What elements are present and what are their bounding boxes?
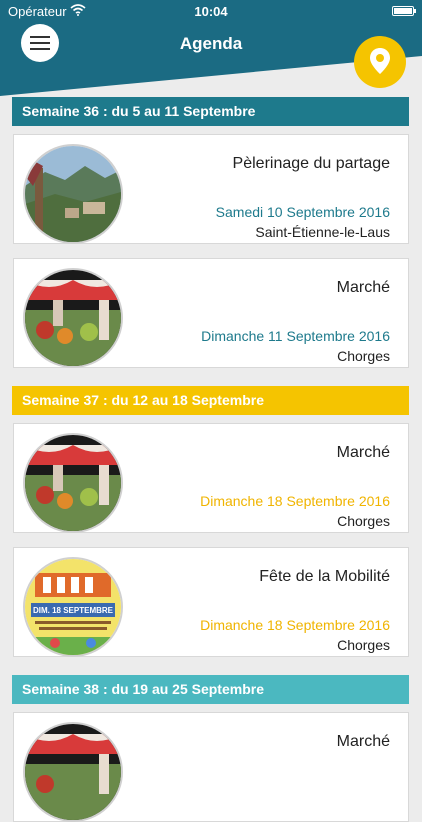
event-date: Dimanche 11 Septembre 2016 — [201, 328, 390, 344]
event-card[interactable]: DIM. 18 SEPTEMBRE Fête de la Mobilité Di… — [13, 547, 409, 657]
event-title: Fête de la Mobilité — [259, 568, 390, 585]
status-bar: Opérateur 10:04 — [0, 0, 422, 22]
event-place: Saint-Étienne-le-Laus — [255, 224, 390, 240]
hamburger-icon-line — [30, 42, 50, 44]
hamburger-icon-line — [30, 48, 50, 50]
event-card[interactable]: Marché Dimanche 11 Septembre 2016 Chorge… — [13, 258, 409, 368]
event-card[interactable]: Pèlerinage du partage Samedi 10 Septembr… — [13, 134, 409, 244]
status-time: 10:04 — [194, 4, 228, 19]
week-header: Semaine 38 : du 19 au 25 Septembre — [12, 675, 409, 704]
event-card[interactable]: Marché — [13, 712, 409, 822]
menu-button[interactable] — [21, 24, 59, 62]
event-card[interactable]: Marché Dimanche 18 Septembre 2016 Chorge… — [13, 423, 409, 533]
week-header: Semaine 36 : du 5 au 11 Septembre — [12, 97, 409, 126]
event-image — [23, 722, 123, 822]
location-button[interactable] — [354, 36, 406, 88]
event-place: Chorges — [337, 348, 390, 364]
event-image — [23, 268, 123, 368]
event-place: Chorges — [337, 513, 390, 529]
event-date: Dimanche 18 Septembre 2016 — [200, 617, 390, 633]
poster-date-text: DIM. 18 SEPTEMBRE — [33, 606, 114, 615]
event-date: Dimanche 18 Septembre 2016 — [200, 493, 390, 509]
map-pin-icon — [370, 48, 390, 74]
battery-icon — [392, 6, 416, 16]
event-date: Samedi 10 Septembre 2016 — [215, 204, 390, 220]
event-title: Marché — [336, 279, 390, 296]
event-title: Marché — [336, 444, 390, 461]
event-title: Pèlerinage du partage — [232, 155, 390, 172]
hamburger-icon — [30, 36, 50, 38]
event-image — [23, 433, 123, 533]
event-place: Chorges — [337, 637, 390, 653]
event-title: Marché — [336, 733, 390, 750]
event-image: DIM. 18 SEPTEMBRE — [23, 557, 123, 657]
week-header: Semaine 37 : du 12 au 18 Septembre — [12, 386, 409, 415]
event-image — [23, 144, 123, 244]
